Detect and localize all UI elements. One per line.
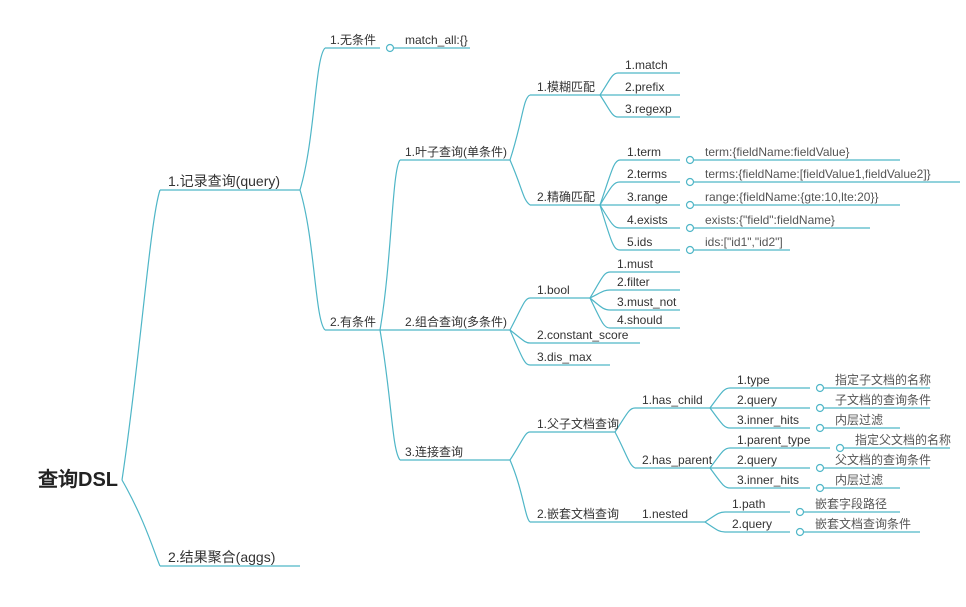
- hc-query: 2.query: [737, 393, 777, 407]
- hp-inner: 3.inner_hits: [737, 473, 799, 487]
- hp-ptype-d: 指定父文档的名称: [855, 432, 951, 447]
- node-has-cond: 2.有条件: [330, 315, 376, 329]
- hp-inner-d: 内层过滤: [835, 473, 883, 487]
- mindmap-diagram: 查询DSL 1.记录查询(query) 2.结果聚合(aggs) 1.无条件 m…: [0, 0, 966, 607]
- desc-range: range:{fieldName:{gte:10,lte:20}}: [705, 190, 878, 204]
- leaf-filter: 2.filter: [617, 275, 650, 289]
- leaf-regexp: 3.regexp: [625, 102, 672, 116]
- desc-term: term:{fieldName:fieldValue}: [705, 145, 850, 159]
- nested-query: 2.query: [732, 517, 772, 531]
- node-compound: 2.组合查询(多条件): [405, 314, 507, 329]
- node-parent-child: 1.父子文档查询: [537, 416, 619, 431]
- hp-query-d: 父文档的查询条件: [835, 452, 931, 467]
- leaf-should: 4.should: [617, 313, 662, 327]
- leaf-match-all: match_all:{}: [405, 33, 468, 47]
- leaf-range: 3.range: [627, 190, 668, 204]
- desc-ids: ids:["id1","id2"]: [705, 235, 783, 249]
- leaf-must: 1.must: [617, 257, 654, 271]
- hc-inner-d: 内层过滤: [835, 413, 883, 427]
- nested-path-d: 嵌套字段路径: [815, 496, 887, 511]
- leaf-terms: 2.terms: [627, 167, 667, 181]
- desc-exists: exists:{"field":fieldName}: [705, 213, 835, 227]
- root-node: 查询DSL: [38, 467, 118, 491]
- node-join: 3.连接查询: [405, 444, 463, 459]
- desc-terms: terms:{fieldName:[fieldValue1,fieldValue…: [705, 167, 931, 181]
- node-fuzzy: 1.模糊匹配: [537, 79, 595, 94]
- node-query: 1.记录查询(query): [168, 173, 280, 189]
- hp-query: 2.query: [737, 453, 777, 467]
- node-no-cond: 1.无条件: [330, 33, 376, 47]
- leaf-const-score: 2.constant_score: [537, 328, 629, 342]
- hc-inner: 3.inner_hits: [737, 413, 799, 427]
- nested-path: 1.path: [732, 497, 765, 511]
- leaf-exists: 4.exists: [627, 213, 668, 227]
- leaf-match: 1.match: [625, 58, 668, 72]
- node-aggs: 2.结果聚合(aggs): [168, 549, 275, 565]
- node-nested: 1.nested: [642, 507, 688, 521]
- hc-query-d: 子文档的查询条件: [835, 392, 931, 407]
- node-leaf-query: 1.叶子查询(单条件): [405, 145, 507, 159]
- node-bool: 1.bool: [537, 283, 570, 297]
- hc-type: 1.type: [737, 373, 770, 387]
- hp-ptype: 1.parent_type: [737, 433, 811, 447]
- hc-type-d: 指定子文档的名称: [835, 372, 931, 387]
- node-nested-doc: 2.嵌套文档查询: [537, 506, 619, 521]
- node-exact: 2.精确匹配: [537, 190, 595, 204]
- leaf-prefix: 2.prefix: [625, 80, 664, 94]
- leaf-mustnot: 3.must_not: [617, 295, 677, 309]
- node-has-child: 1.has_child: [642, 393, 703, 407]
- nested-query-d: 嵌套文档查询条件: [815, 516, 911, 531]
- leaf-dis-max: 3.dis_max: [537, 350, 592, 364]
- node-has-parent: 2.has_parent: [642, 453, 713, 467]
- leaf-ids: 5.ids: [627, 235, 652, 249]
- leaf-term: 1.term: [627, 145, 661, 159]
